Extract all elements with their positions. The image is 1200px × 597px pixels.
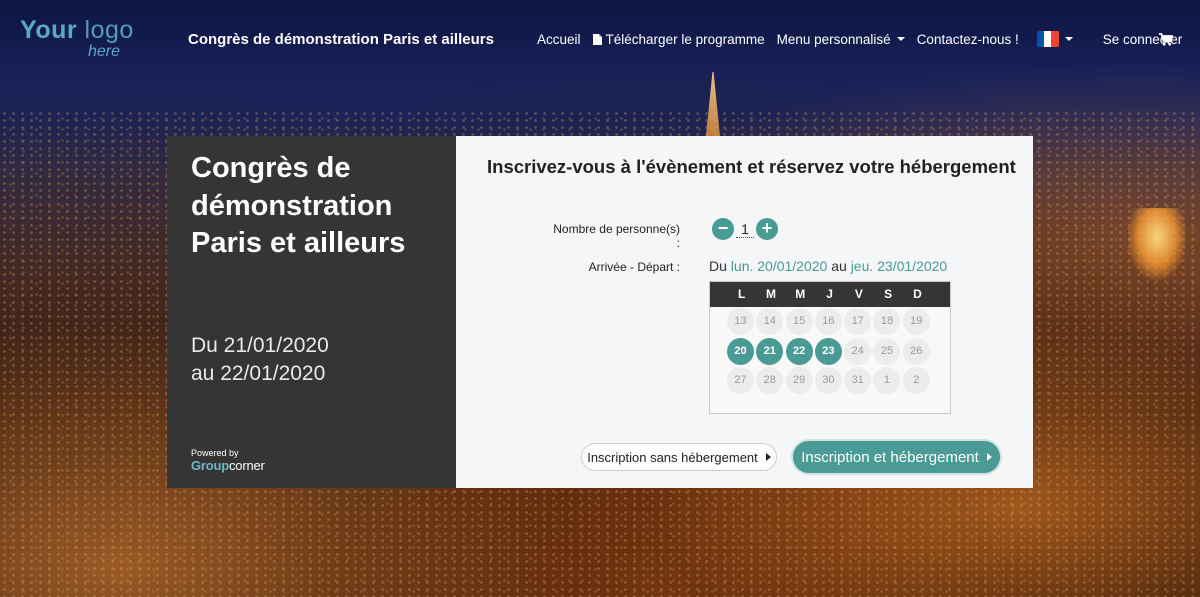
nav-contact-label: Contactez-nous ! (916, 31, 1019, 47)
register-with-hotel-button[interactable]: Inscription et hébergement (791, 439, 1002, 475)
pdf-file-icon (592, 33, 602, 45)
calendar-weekday-header: L M M J V S D (710, 282, 950, 307)
weekday-label: D (913, 287, 922, 301)
nav-custom-menu-label: Menu personnalisé (776, 31, 891, 47)
calendar-week-row: 13 14 15 16 17 18 19 (710, 307, 950, 337)
calendar-day[interactable]: 23 (814, 337, 842, 365)
top-navbar: Your logo here Congrès de démonstration … (0, 0, 1200, 80)
nav-home[interactable]: Accueil (537, 32, 581, 47)
register-with-hotel-label: Inscription et hébergement (801, 448, 979, 466)
invalides-dome (1128, 208, 1186, 280)
nav-download-program[interactable]: Télécharger le programme (592, 31, 765, 47)
range-prefix: Du (709, 258, 727, 274)
calendar-day[interactable]: 30 (814, 367, 842, 395)
event-title: Congrès de démonstration Paris et ailleu… (191, 152, 406, 259)
weekday-label: J (826, 287, 833, 301)
brand-bold: Group (191, 458, 229, 473)
weekday-label: S (884, 287, 893, 301)
play-arrow-icon (986, 453, 992, 461)
weekday-label: L (737, 287, 746, 301)
calendar-day[interactable]: 22 (785, 337, 813, 365)
date-range-text: Du lun. 20/01/2020 au jeu. 23/01/2020 (709, 258, 947, 274)
language-selector[interactable] (1036, 31, 1073, 47)
register-without-hotel-button[interactable]: Inscription sans hébergement (581, 443, 777, 471)
event-dates: Du 21/01/2020 au 22/01/2020 (191, 332, 329, 388)
date-picker-calendar: L M M J V S D 13 14 15 16 17 18 19 20 21… (709, 281, 951, 414)
weekday-label: M (765, 287, 776, 301)
nav-contact[interactable]: Contactez-nous ! (917, 32, 1019, 47)
persons-label: Nombre de personne(s) : (553, 222, 680, 250)
calendar-day[interactable]: 16 (814, 308, 842, 336)
calendar-day[interactable]: 14 (756, 308, 784, 336)
event-info-panel: Congrès de démonstration Paris et ailleu… (167, 136, 456, 488)
persons-stepper: − 1 + (712, 218, 778, 240)
dates-label: Arrivée - Départ : (588, 260, 680, 274)
site-logo[interactable]: Your logo here (20, 16, 140, 66)
powered-by: Powered by Groupcorner (191, 448, 265, 473)
nav-home-label: Accueil (537, 31, 581, 47)
calendar-day[interactable]: 17 (844, 308, 872, 336)
register-without-hotel-label: Inscription sans hébergement (587, 449, 758, 465)
chevron-down-icon (896, 37, 905, 41)
event-date-to: au 22/01/2020 (191, 362, 326, 385)
calendar-day[interactable]: 31 (844, 367, 872, 395)
booking-panel: Inscrivez-vous à l'évènement et réservez… (456, 136, 1033, 488)
main-nav: Accueil Télécharger le programme Menu pe… (537, 31, 1194, 47)
shopping-cart-icon[interactable] (1159, 33, 1173, 46)
increment-button[interactable]: + (756, 218, 778, 240)
calendar-day[interactable]: 29 (785, 367, 813, 395)
range-start-date: lun. 20/01/2020 (730, 258, 828, 274)
play-arrow-icon (765, 453, 771, 461)
logo-text-light: logo (84, 16, 134, 44)
french-flag-icon (1036, 31, 1059, 47)
range-mid: au (831, 258, 847, 274)
calendar-day[interactable]: 26 (902, 337, 930, 365)
calendar-day[interactable]: 20 (727, 337, 754, 365)
booking-heading: Inscrivez-vous à l'évènement et réservez… (487, 156, 1016, 177)
range-end-date: jeu. 23/01/2020 (850, 258, 948, 274)
groupcorner-logo[interactable]: Groupcorner (191, 458, 265, 473)
calendar-day[interactable]: 1 (873, 367, 901, 395)
calendar-day[interactable]: 2 (902, 367, 930, 395)
logo-subtext: here (88, 43, 121, 60)
calendar-week-row: 27 28 29 30 31 1 2 (710, 366, 950, 396)
calendar-day[interactable]: 13 (727, 308, 754, 336)
calendar-day[interactable]: 27 (727, 367, 754, 395)
calendar-day[interactable]: 25 (873, 337, 901, 365)
calendar-day[interactable]: 24 (844, 337, 872, 365)
calendar-day[interactable]: 28 (756, 367, 784, 395)
event-date-from: Du 21/01/2020 (191, 334, 329, 357)
brand-light: corner (229, 458, 265, 473)
nav-download-label: Télécharger le programme (605, 31, 765, 47)
persons-value[interactable]: 1 (736, 221, 754, 238)
nav-custom-menu[interactable]: Menu personnalisé (777, 32, 905, 47)
calendar-day[interactable]: 21 (756, 337, 784, 365)
weekday-label: M (795, 287, 806, 301)
eiffel-tower (706, 72, 720, 136)
calendar-week-row: 20 21 22 23 24 25 26 (710, 337, 950, 367)
logo-text-bold: Your (20, 16, 78, 44)
decrement-button[interactable]: − (712, 218, 734, 240)
navbar-event-name[interactable]: Congrès de démonstration Paris et ailleu… (188, 31, 494, 48)
powered-by-label: Powered by (191, 448, 239, 458)
calendar-day[interactable]: 18 (873, 308, 901, 336)
weekday-label: V (854, 287, 863, 301)
calendar-day[interactable]: 15 (785, 308, 813, 336)
chevron-down-icon (1064, 37, 1073, 41)
calendar-day[interactable]: 19 (902, 308, 930, 336)
